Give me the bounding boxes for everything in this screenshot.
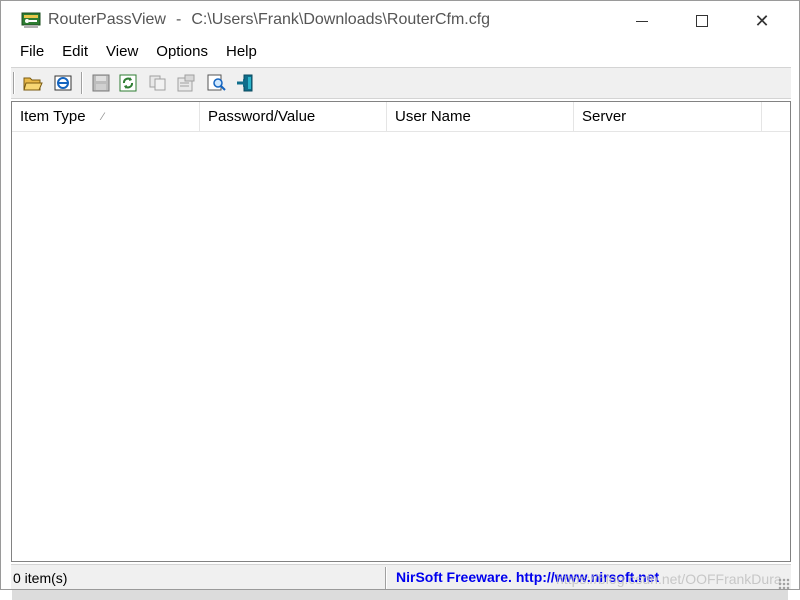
- column-label: Item Type: [20, 108, 86, 125]
- resize-grip[interactable]: [778, 578, 790, 589]
- column-label: Password/Value: [208, 108, 316, 125]
- results-list[interactable]: Item Type ⁄ Password/Value User Name Ser…: [11, 101, 791, 562]
- column-password-value[interactable]: Password/Value: [200, 102, 387, 132]
- menu-options[interactable]: Options: [147, 42, 217, 64]
- copy-button[interactable]: [146, 72, 170, 94]
- app-key-icon: [21, 10, 41, 30]
- column-label: User Name: [395, 108, 471, 125]
- exit-button[interactable]: [233, 72, 257, 94]
- watermark-text: https://blog.csdn.net/OOFFrankDura: [556, 571, 782, 587]
- sort-ascending-icon: ⁄: [102, 111, 104, 123]
- window-title-app: RouterPassView: [48, 11, 166, 28]
- app-window: RouterPassView - C:\Users\Frank\Downloads\…: [0, 0, 800, 590]
- maximize-icon: [696, 15, 708, 27]
- maximize-button[interactable]: [673, 1, 731, 41]
- column-label: Server: [582, 108, 627, 125]
- item-count: 0 item(s): [13, 570, 68, 586]
- refresh-button[interactable]: [116, 72, 140, 94]
- save-button[interactable]: [89, 72, 113, 94]
- menu-view[interactable]: View: [97, 42, 147, 64]
- title-bar[interactable]: RouterPassView - C:\Users\Frank\Downloads\…: [1, 1, 799, 41]
- menu-edit[interactable]: Edit: [53, 42, 97, 64]
- close-icon: ✕: [754, 10, 770, 32]
- properties-button[interactable]: [174, 72, 198, 94]
- status-bar: 0 item(s) NirSoft Freeware. http://www.n…: [11, 564, 791, 589]
- ie-icon: [54, 75, 72, 91]
- find-button[interactable]: [205, 72, 229, 94]
- window-title-path: C:\Users\Frank\Downloads\RouterCfm.cfg: [191, 11, 491, 28]
- open-file-button[interactable]: [21, 72, 45, 94]
- find-icon: [207, 74, 226, 91]
- open-folder-icon: [23, 77, 43, 91]
- column-item-type[interactable]: Item Type ⁄: [12, 102, 200, 132]
- status-divider: [385, 567, 387, 589]
- menu-file[interactable]: File: [11, 42, 53, 64]
- close-button[interactable]: ✕: [733, 1, 791, 41]
- column-user-name[interactable]: User Name: [387, 102, 574, 132]
- window-title: RouterPassView - C:\Users\Frank\Downloads\…: [48, 11, 491, 28]
- minimize-button[interactable]: [613, 1, 671, 41]
- minimize-icon: [636, 20, 648, 22]
- toolbar-grip[interactable]: [13, 72, 15, 94]
- open-ie-button[interactable]: [51, 72, 75, 94]
- refresh-icon: [119, 74, 137, 92]
- copy-icon: [149, 75, 166, 91]
- properties-icon: [177, 74, 195, 92]
- save-icon: [92, 74, 110, 92]
- exit-icon: [237, 74, 253, 92]
- toolbar: [11, 67, 791, 99]
- list-header: Item Type ⁄ Password/Value User Name Ser…: [12, 102, 790, 132]
- column-server[interactable]: Server: [574, 102, 762, 132]
- menu-bar: File Edit View Options Help: [11, 42, 266, 64]
- toolbar-separator: [81, 72, 83, 94]
- menu-help[interactable]: Help: [217, 42, 266, 64]
